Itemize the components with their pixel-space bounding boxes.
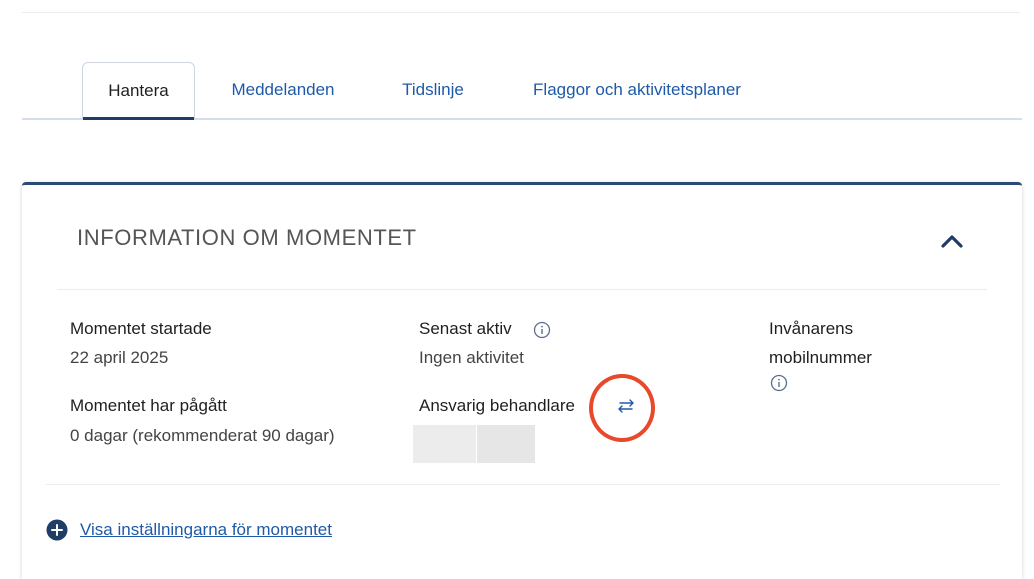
handler-placeholder: [413, 425, 476, 463]
tab-meddelanden[interactable]: Meddelanden: [207, 62, 359, 118]
tab-bar: Hantera Meddelanden Tidslinje Flaggor oc…: [22, 62, 1022, 120]
duration-value: 0 dagar (rekommenderat 90 dagar): [70, 426, 335, 445]
handler-placeholder: [477, 425, 535, 463]
information-panel: INFORMATION OM MOMENTET Momentet startad…: [22, 182, 1022, 579]
info-icon[interactable]: [533, 321, 551, 339]
phone-label-line2: mobilnummer: [769, 348, 872, 367]
plus-circle-icon: [46, 519, 68, 541]
tab-hantera[interactable]: Hantera: [82, 62, 195, 120]
top-divider: [22, 12, 1020, 13]
panel-footer-divider: [46, 484, 1000, 485]
started-value: 22 april 2025: [70, 348, 169, 367]
collapse-button[interactable]: [934, 223, 970, 259]
last-active-value: Ingen aktivitet: [419, 348, 524, 367]
started-label: Momentet startade: [70, 319, 212, 338]
tab-flaggor-och-aktivitetsplaner[interactable]: Flaggor och aktivitetsplaner: [502, 62, 772, 118]
highlight-annotation-circle: [589, 374, 655, 442]
handler-label: Ansvarig behandlare: [419, 396, 575, 415]
tab-label: Flaggor och aktivitetsplaner: [533, 80, 741, 99]
info-icon[interactable]: [770, 374, 788, 392]
last-active-label: Senast aktiv: [419, 319, 512, 338]
chevron-up-icon: [941, 235, 963, 248]
panel-header-divider: [57, 289, 987, 290]
tab-label: Tidslinje: [402, 80, 464, 99]
panel-title: INFORMATION OM MOMENTET: [77, 225, 417, 250]
tab-label: Meddelanden: [231, 80, 335, 99]
tab-tidslinje[interactable]: Tidslinje: [377, 62, 489, 118]
phone-label-line1: Invånarens: [769, 319, 854, 338]
show-settings-link[interactable]: Visa inställningarna för momentet: [46, 519, 332, 541]
tab-label: Hantera: [108, 80, 169, 100]
show-settings-link-label: Visa inställningarna för momentet: [80, 520, 332, 539]
duration-label: Momentet har pågått: [70, 396, 227, 415]
